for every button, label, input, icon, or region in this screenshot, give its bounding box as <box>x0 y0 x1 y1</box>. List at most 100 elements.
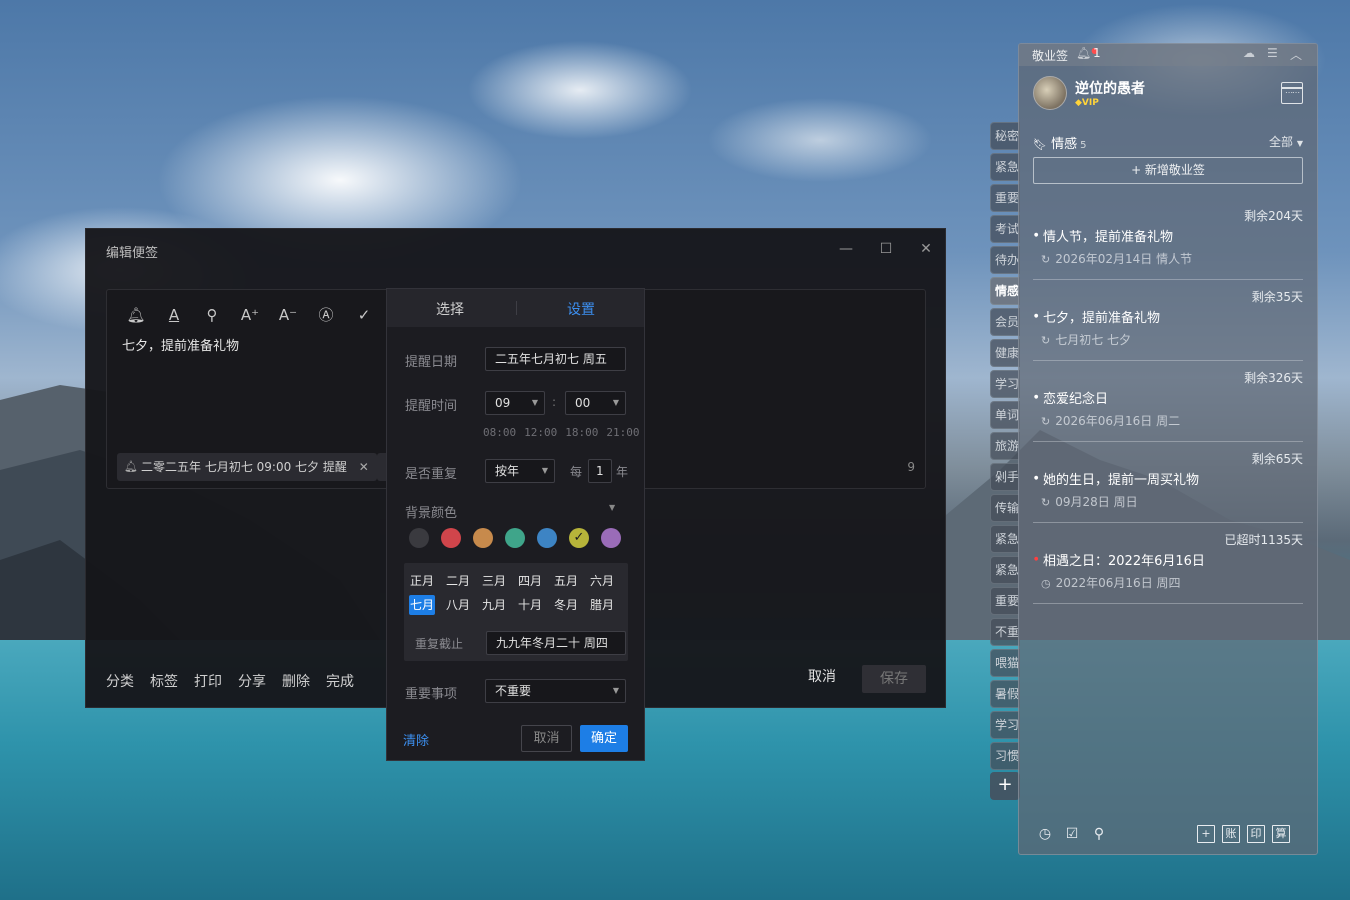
note-item[interactable]: 剩余65天 ● 她的生日，提前一周买礼物 ↻ 09月28日 周日 <box>1033 442 1303 523</box>
repeat-until-field[interactable]: 九九年冬月二十 周四 <box>486 631 626 655</box>
every-value-input[interactable]: 1 <box>588 459 612 483</box>
side-tab[interactable]: 习惯 <box>990 742 1020 770</box>
month-option[interactable]: 八月 <box>445 595 471 615</box>
month-option[interactable]: 十月 <box>517 595 543 615</box>
side-tab[interactable]: 紧急 <box>990 525 1020 553</box>
side-tab[interactable]: 紧急 <box>990 153 1020 181</box>
add-box-button[interactable]: + <box>1197 825 1215 843</box>
font-color-icon[interactable]: A <box>163 304 185 326</box>
month-option[interactable]: 腊月 <box>589 595 615 615</box>
close-button[interactable]: ✕ <box>913 237 939 261</box>
side-tab[interactable]: 传输 <box>990 494 1020 522</box>
side-tab[interactable]: 考试 <box>990 215 1020 243</box>
color-swatch[interactable] <box>537 528 557 548</box>
clear-button[interactable]: 清除 <box>403 730 429 749</box>
side-tab[interactable]: 单词 <box>990 401 1020 429</box>
popup-cancel-button[interactable]: 取消 <box>521 725 572 752</box>
confirm-button[interactable]: 确定 <box>580 725 628 752</box>
side-tab[interactable]: 学习 <box>990 370 1020 398</box>
note-subtitle: ◷ 2022年06月16日 周四 <box>1041 574 1181 591</box>
calculator-button[interactable]: 算 <box>1272 825 1290 843</box>
search-icon[interactable]: ⚲ <box>201 304 223 326</box>
avatar[interactable] <box>1033 76 1067 110</box>
note-item[interactable]: 剩余204天 ● 情人节，提前准备礼物 ↻ 2026年02月14日 情人节 <box>1033 199 1303 280</box>
repeat-select[interactable]: 按年 ▼ <box>485 459 555 483</box>
month-option[interactable]: 二月 <box>445 571 471 591</box>
share-button[interactable]: 分享 <box>238 674 266 690</box>
color-swatch[interactable] <box>473 528 493 548</box>
remind-date-field[interactable]: 二五年七月初七 周五 <box>485 347 626 371</box>
reminder-chip[interactable]: 🔔︎ 二零二五年 七月初七 09:00 七夕 提醒 ✕ <box>117 453 377 481</box>
done-button[interactable]: 完成 <box>326 674 354 690</box>
month-option[interactable]: 四月 <box>517 571 543 591</box>
clear-format-icon[interactable]: Ⓐ <box>315 304 337 326</box>
side-tab[interactable]: 学习 <box>990 711 1020 739</box>
color-swatch[interactable] <box>505 528 525 548</box>
note-item[interactable]: 剩余35天 ● 七夕，提前准备礼物 ↻ 七月初七 七夕 <box>1033 280 1303 361</box>
month-option[interactable]: 五月 <box>553 571 579 591</box>
side-tab[interactable]: 紧急 <box>990 556 1020 584</box>
cancel-button[interactable]: 取消 <box>808 666 836 686</box>
tab-select[interactable]: 选择 <box>436 299 464 319</box>
account-button[interactable]: 账 <box>1222 825 1240 843</box>
side-tab[interactable]: 重要 <box>990 184 1020 212</box>
collapse-icon[interactable]: ︿ <box>1290 46 1302 63</box>
maximize-button[interactable]: ☐ <box>873 237 899 261</box>
month-option[interactable]: 正月 <box>409 571 435 591</box>
bg-color-expand-icon[interactable]: ▼ <box>609 503 615 512</box>
month-option[interactable]: 七月 <box>409 595 435 615</box>
menu-icon[interactable]: ☰ <box>1267 46 1278 60</box>
tab-settings[interactable]: 设置 <box>567 299 595 319</box>
color-swatch[interactable]: ✓ <box>569 528 589 548</box>
font-increase-icon[interactable]: A⁺ <box>239 304 261 326</box>
side-tab[interactable]: 旅游 <box>990 432 1020 460</box>
side-tab[interactable]: 暑假 <box>990 680 1020 708</box>
side-tab[interactable]: 会员 <box>990 308 1020 336</box>
side-tab[interactable]: 剁手 <box>990 463 1020 491</box>
print-button[interactable]: 打印 <box>194 674 222 690</box>
print-box-button[interactable]: 印 <box>1247 825 1265 843</box>
save-button[interactable]: 保存 <box>862 665 926 693</box>
side-tab[interactable]: 喂猫 <box>990 649 1020 677</box>
tag-button[interactable]: 标签 <box>150 674 178 690</box>
note-item[interactable]: 剩余326天 ● 恋爱纪念日 ↻ 2026年06月16日 周二 <box>1033 361 1303 442</box>
checklist-icon[interactable]: ☑ <box>1063 825 1081 843</box>
search-icon[interactable]: ⚲ <box>1090 825 1108 843</box>
quick-time-2100[interactable]: 21:00 <box>606 426 639 439</box>
reminder-bell-icon[interactable]: 🔔︎ <box>125 304 147 326</box>
hour-select[interactable]: 09 ▼ <box>485 391 545 415</box>
note-content[interactable]: 七夕，提前准备礼物 <box>122 335 239 354</box>
filter-select[interactable]: 全部 ▼ <box>1269 133 1303 150</box>
quick-time-1800[interactable]: 18:00 <box>565 426 598 439</box>
calendar-icon[interactable] <box>1281 82 1303 104</box>
color-swatch[interactable] <box>441 528 461 548</box>
quick-time-0800[interactable]: 08:00 <box>483 426 516 439</box>
color-swatch[interactable] <box>601 528 621 548</box>
important-select[interactable]: 不重要 ▼ <box>485 679 626 703</box>
note-title: 七夕，提前准备礼物 <box>1043 311 1161 326</box>
side-tab[interactable]: 待办 <box>990 246 1020 274</box>
month-option[interactable]: 六月 <box>589 571 615 591</box>
side-tab[interactable]: 秘密 <box>990 122 1020 150</box>
minimize-button[interactable]: — <box>833 237 859 261</box>
color-swatch[interactable] <box>409 528 429 548</box>
side-tab[interactable]: 不重 <box>990 618 1020 646</box>
delete-button[interactable]: 删除 <box>282 674 310 690</box>
add-category-button[interactable]: + <box>990 772 1020 800</box>
month-option[interactable]: 九月 <box>481 595 507 615</box>
side-tab[interactable]: 健康 <box>990 339 1020 367</box>
font-decrease-icon[interactable]: A⁻ <box>277 304 299 326</box>
quick-time-1200[interactable]: 12:00 <box>524 426 557 439</box>
remove-reminder-icon[interactable]: ✕ <box>359 453 369 481</box>
side-tab[interactable]: 重要 <box>990 587 1020 615</box>
cloud-sync-icon[interactable]: ☁ <box>1243 46 1255 60</box>
category-button[interactable]: 分类 <box>106 674 134 690</box>
clock-icon[interactable]: ◷ <box>1036 825 1054 843</box>
month-option[interactable]: 三月 <box>481 571 507 591</box>
note-item[interactable]: 已超时1135天 ● 相遇之日：2022年6月16日 ◷ 2022年06月16日 周四 <box>1033 523 1303 604</box>
checkmark-icon[interactable]: ✓ <box>353 304 375 326</box>
minute-select[interactable]: 00 ▼ <box>565 391 626 415</box>
month-option[interactable]: 冬月 <box>553 595 579 615</box>
new-note-button[interactable]: + 新增敬业签 <box>1033 157 1303 184</box>
side-tab[interactable]: 情感 <box>990 277 1020 305</box>
